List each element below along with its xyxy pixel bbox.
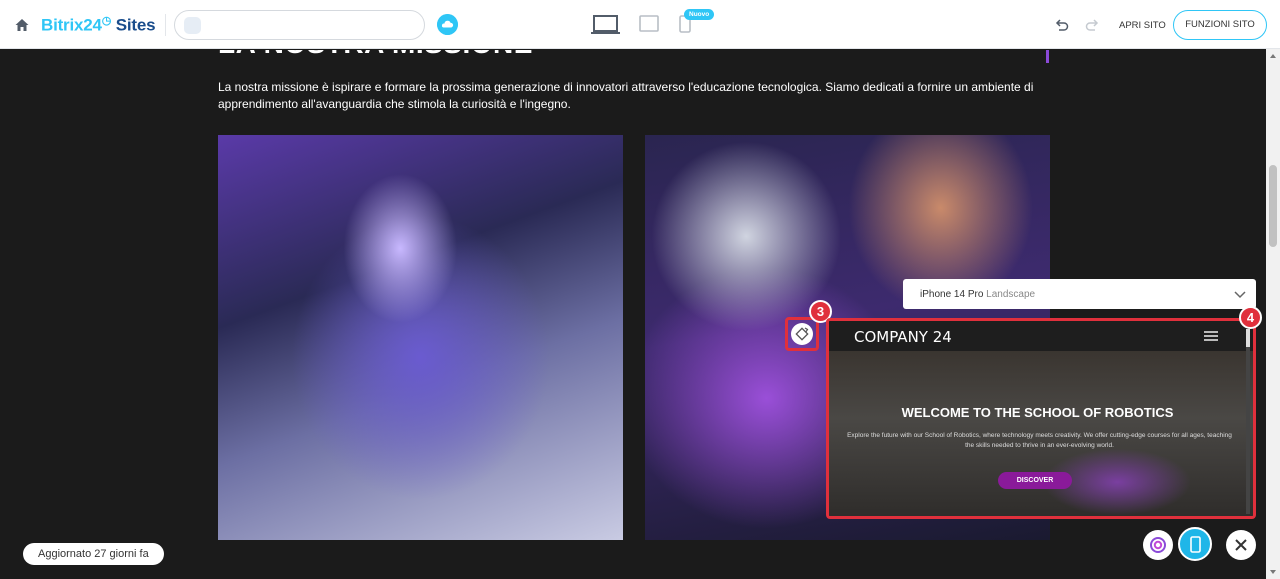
device-name: iPhone 14 Pro <box>920 289 984 300</box>
scrollbar-thumb[interactable] <box>1269 165 1277 247</box>
copilot-icon <box>1150 537 1166 553</box>
preview-site-brand[interactable]: COMPANY 24 <box>854 328 952 346</box>
site-favicon-icon <box>184 17 201 34</box>
last-updated-badge: Aggiornato 27 giorni fa <box>23 543 164 565</box>
device-selector-dropdown[interactable]: iPhone 14 Pro Landscape <box>903 279 1256 309</box>
tablet-view-icon[interactable] <box>639 15 659 32</box>
undo-icon[interactable] <box>1054 17 1070 33</box>
scroll-down-arrow-icon[interactable] <box>1270 570 1276 574</box>
step-callout-4: 4 <box>1239 306 1262 329</box>
logo-text-sites: Sites <box>115 15 156 35</box>
device-selector-label: iPhone 14 Pro Landscape <box>920 289 1035 300</box>
mobile-preview-frame[interactable]: COMPANY 24 WELCOME TO THE SCHOOL OF ROBO… <box>826 318 1256 519</box>
mission-paragraph[interactable]: La nostra missione è ispirare e formare … <box>218 79 1054 113</box>
site-functions-button[interactable]: FUNZIONI SITO <box>1173 10 1267 40</box>
section-heading[interactable]: LA NOSTRA MISSIONE <box>218 50 533 60</box>
hamburger-menu-icon[interactable] <box>1204 331 1218 341</box>
redo-icon[interactable] <box>1084 17 1100 33</box>
preview-discover-button[interactable]: DISCOVER <box>998 472 1072 489</box>
close-preview-button[interactable] <box>1226 530 1256 560</box>
page-scrollbar[interactable] <box>1266 49 1280 579</box>
new-feature-badge: Nuovo <box>684 9 715 20</box>
copilot-button[interactable] <box>1143 530 1173 560</box>
home-icon[interactable] <box>14 17 30 33</box>
chevron-down-icon <box>1234 291 1246 299</box>
desktop-view-icon[interactable] <box>591 15 620 35</box>
preview-hero-title: WELCOME TO THE SCHOOL OF ROBOTICS <box>901 405 1174 420</box>
scroll-up-arrow-icon[interactable] <box>1270 54 1276 58</box>
cloud-save-icon[interactable] <box>437 14 458 35</box>
editor-toolbar: Bitrix24◷ Sites Nuovo APRI SITO FUNZIONI… <box>0 0 1280 49</box>
preview-hero-section: WELCOME TO THE SCHOOL OF ROBOTICS Explor… <box>829 351 1253 516</box>
logo-clock-glyph: ◷ <box>101 15 112 27</box>
open-site-link[interactable]: APRI SITO <box>1119 20 1166 31</box>
rotate-icon <box>795 327 809 341</box>
robotics-lab-image[interactable] <box>218 135 623 540</box>
heading-accent-bar <box>1046 50 1049 63</box>
device-orientation: Landscape <box>986 289 1036 300</box>
preview-scrollbar[interactable] <box>1246 329 1250 514</box>
phone-icon <box>1190 536 1201 553</box>
toolbar-divider <box>165 14 166 36</box>
preview-scrollbar-thumb[interactable] <box>1246 329 1250 347</box>
bitrix24-sites-logo[interactable]: Bitrix24◷ Sites <box>41 14 156 36</box>
site-address-field[interactable] <box>174 10 425 40</box>
preview-site-header: COMPANY 24 <box>829 321 1253 351</box>
rotate-device-button[interactable] <box>785 317 819 351</box>
preview-hero-text: Explore the future with our School of Ro… <box>847 432 1232 449</box>
close-icon <box>1235 539 1247 551</box>
logo-text-bitrix24: Bitrix24 <box>41 15 102 35</box>
mobile-preview-toggle-button[interactable] <box>1178 527 1212 561</box>
